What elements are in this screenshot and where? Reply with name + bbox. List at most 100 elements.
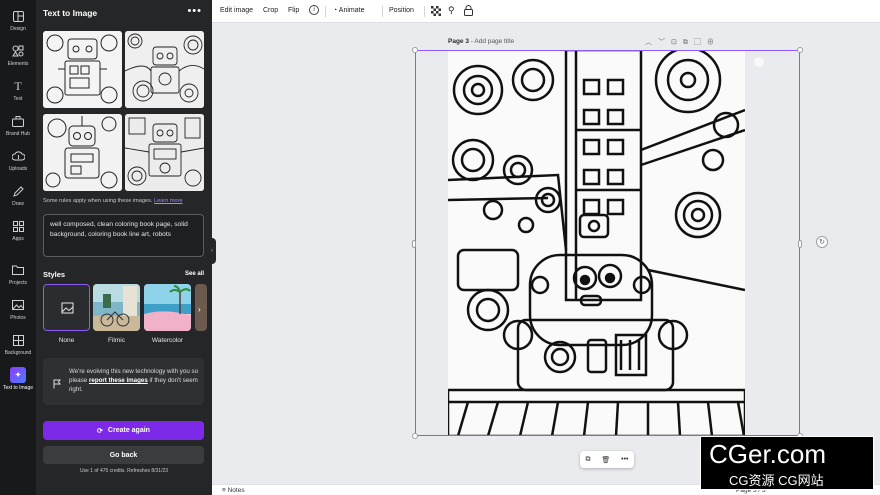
rail-apps[interactable]: Apps xyxy=(0,218,36,242)
style-next-peek[interactable] xyxy=(195,284,207,331)
chevron-down-icon[interactable]: ﹀ xyxy=(658,39,671,46)
pattern-icon xyxy=(10,332,26,348)
duplicate-icon[interactable]: ⧉ xyxy=(585,456,590,464)
duplicate-icon[interactable]: ⧉ xyxy=(683,39,694,46)
rail-elements[interactable]: Elements xyxy=(0,43,36,67)
rail-label: Draw xyxy=(12,201,24,207)
create-again-button[interactable]: ⟳ Create again xyxy=(43,421,204,440)
lock-icon[interactable]: ⊡ xyxy=(671,39,683,46)
trash-icon[interactable]: 🗑 xyxy=(601,456,610,464)
page-tools: ︿﹀⊡⧉▢⊕ xyxy=(645,37,720,47)
watermark-text: CGer.com xyxy=(709,439,827,469)
notes-label: Notes xyxy=(227,487,245,494)
briefcase-icon xyxy=(10,113,26,129)
notes-button[interactable]: ≡ Notes xyxy=(222,487,245,494)
report-images-link[interactable]: report these images xyxy=(89,377,148,384)
robot-drawing xyxy=(125,31,204,108)
robot-drawing xyxy=(125,114,204,191)
rotate-icon[interactable]: ↻ xyxy=(816,236,828,248)
style-label: Watercolor xyxy=(151,337,184,344)
flip-button[interactable]: Flip xyxy=(288,7,299,14)
crop-button[interactable]: Crop xyxy=(263,7,278,14)
resize-handle-left[interactable] xyxy=(412,240,416,248)
style-watercolor[interactable] xyxy=(144,284,191,331)
robot-drawing xyxy=(43,114,122,191)
rail-label: Text to Image xyxy=(2,385,33,391)
rail-label: Background xyxy=(4,350,32,356)
trash-icon[interactable]: ▢ xyxy=(694,39,707,46)
info-icon[interactable]: i xyxy=(309,5,319,15)
generated-image-3[interactable] xyxy=(43,114,122,191)
image-placeholder-icon xyxy=(61,302,74,314)
icon-rail: Design Elements T Text Brand Hub Uploads… xyxy=(0,0,36,495)
toolbar-divider xyxy=(325,6,326,17)
comment-icon[interactable] xyxy=(754,57,764,67)
rail-brand-hub[interactable]: Brand Hub xyxy=(0,113,36,137)
rail-draw[interactable]: Draw xyxy=(0,183,36,207)
animate-icon: ◔ xyxy=(333,7,338,14)
animate-button[interactable]: ◔ Animate xyxy=(333,7,364,14)
watermark-subtext: CG资源 CG网站 xyxy=(729,473,824,488)
style-label: Filmic xyxy=(108,337,125,344)
generated-image-1[interactable] xyxy=(43,31,122,108)
prompt-textarea[interactable]: well composed, clean coloring book page,… xyxy=(43,214,204,257)
paint-roller-icon[interactable]: ⚲ xyxy=(448,5,455,16)
watermark-logo: CGer.com CG资源 CG网站 xyxy=(700,436,874,490)
rail-design[interactable]: Design xyxy=(0,8,36,32)
rail-projects[interactable]: Projects xyxy=(0,262,36,286)
style-filmic[interactable] xyxy=(93,284,140,331)
rail-label: Photos xyxy=(10,315,26,321)
collapse-panel-handle[interactable]: ‹ xyxy=(208,238,216,264)
robot-drawing xyxy=(43,31,122,108)
folder-icon xyxy=(10,262,26,278)
resize-handle-bottom-left[interactable] xyxy=(412,433,418,439)
transparency-icon[interactable] xyxy=(431,6,441,18)
page-label: Page 3 xyxy=(448,38,469,45)
rail-uploads[interactable]: Uploads xyxy=(0,148,36,172)
style-label: None xyxy=(58,337,75,344)
add-page-icon[interactable]: ⊕ xyxy=(707,39,720,46)
resize-handle-right[interactable] xyxy=(798,240,802,248)
lock-icon[interactable] xyxy=(464,5,473,18)
see-all-link[interactable]: See all xyxy=(185,271,204,277)
credits-text: Use 1 of 475 credits. Refreshes 8/31/23 xyxy=(79,468,169,474)
more-icon[interactable]: ••• xyxy=(621,456,628,463)
create-again-label: Create again xyxy=(107,427,150,434)
chevron-right-icon[interactable]: › xyxy=(198,305,201,314)
generated-image-2[interactable] xyxy=(125,31,204,108)
resize-handle-top-left[interactable] xyxy=(412,47,418,53)
resize-handle-top-right[interactable] xyxy=(797,47,803,53)
flag-icon xyxy=(53,376,61,394)
position-button[interactable]: Position xyxy=(389,7,414,14)
refresh-icon: ⟳ xyxy=(97,427,103,435)
style-none[interactable] xyxy=(43,284,90,331)
toolbar-divider xyxy=(424,6,425,17)
rules-text: Some rules apply when using these images… xyxy=(43,198,183,204)
rail-label: Design xyxy=(10,26,26,32)
toolbar-divider xyxy=(382,6,383,17)
rail-label: Uploads xyxy=(8,166,28,172)
text-to-image-panel: Text to Image ••• Some rules apply when … xyxy=(36,0,212,495)
go-back-button[interactable]: Go back xyxy=(43,446,204,464)
more-options-icon[interactable]: ••• xyxy=(187,5,202,17)
filmic-sample xyxy=(93,284,140,331)
feedback-notice: We're evolving this new technology with … xyxy=(43,358,204,405)
edit-image-button[interactable]: Edit image xyxy=(220,7,253,14)
chevron-up-icon[interactable]: ︿ xyxy=(645,39,658,46)
rail-photos[interactable]: Photos xyxy=(0,297,36,321)
rail-text-to-image[interactable]: ✦ Text to Image xyxy=(0,367,36,391)
notes-icon: ≡ xyxy=(222,487,226,494)
learn-more-link[interactable]: Learn more xyxy=(154,198,183,204)
page-title-input[interactable]: - Add page title xyxy=(471,38,514,45)
top-toolbar: Edit image Crop Flip i ◔ Animate Positio… xyxy=(212,0,880,23)
styles-heading: Styles xyxy=(43,270,66,279)
pen-icon xyxy=(10,183,26,199)
layout-icon xyxy=(10,8,26,24)
rail-text[interactable]: T Text xyxy=(0,78,36,103)
grid-icon xyxy=(10,218,26,234)
text-icon: T xyxy=(14,78,22,93)
generated-image-4[interactable] xyxy=(125,114,204,191)
rail-background[interactable]: Background xyxy=(0,332,36,356)
selection-frame xyxy=(415,50,800,436)
rail-label: Text xyxy=(13,96,23,102)
